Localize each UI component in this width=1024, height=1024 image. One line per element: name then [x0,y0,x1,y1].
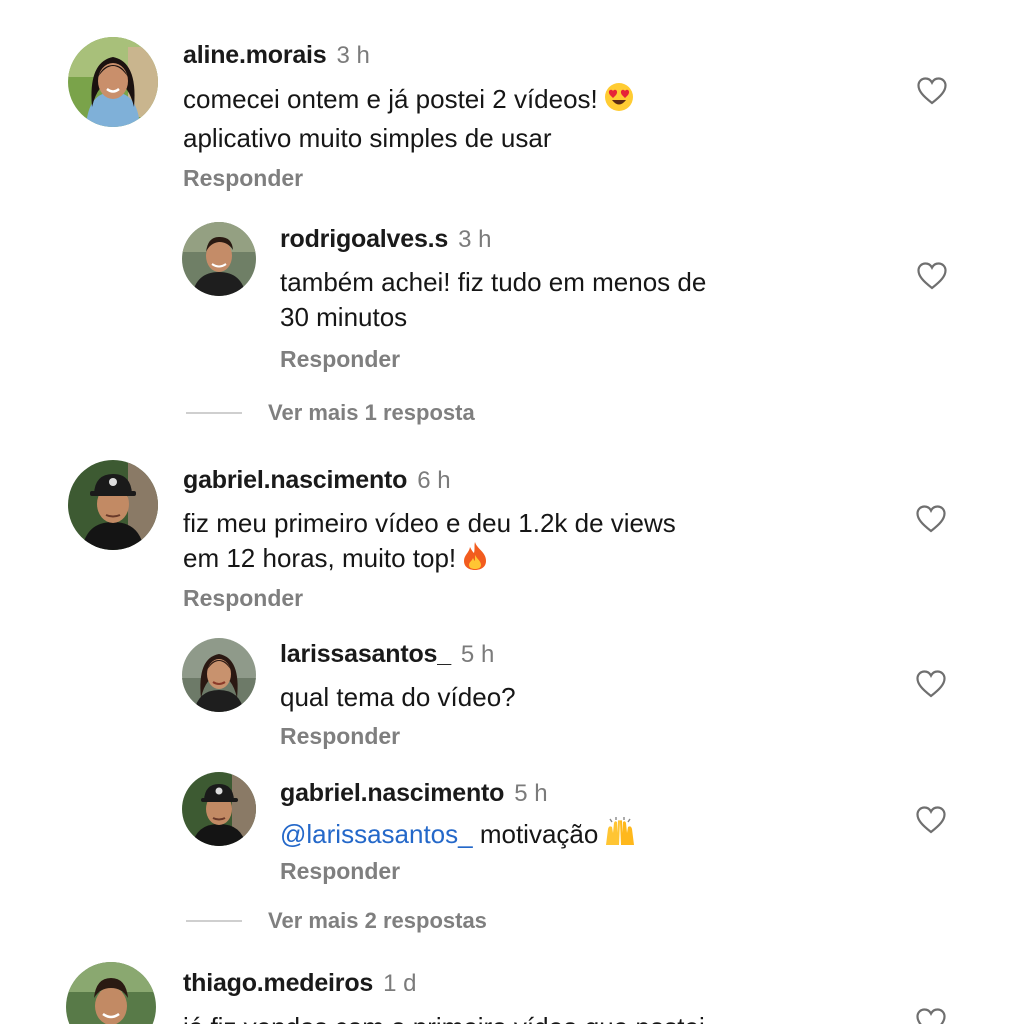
comment-header: gabriel.nascimento 5 h [280,779,548,808]
timestamp: 3 h [336,42,370,69]
comment-text-line: também achei! fiz tudo em menos de [280,267,707,297]
heart-outline-icon[interactable] [916,1008,946,1024]
comment-header: aline.morais 3 h [183,41,370,70]
heart-outline-icon[interactable] [916,670,946,698]
heart-eyes-emoji-icon [604,82,634,121]
timestamp: 6 h [417,467,451,494]
heart-outline-icon[interactable] [917,77,947,105]
fire-emoji-icon [462,541,488,580]
comment-text-line: qual tema do vídeo? [280,682,516,712]
thread-divider [186,920,242,922]
comment-text: qual tema do vídeo? [280,680,516,715]
comment-text: comecei ontem e já postei 2 vídeos! apli… [183,82,634,156]
timestamp: 5 h [460,641,495,668]
comment-header: larissasantos_ 5 h [280,640,494,669]
avatar[interactable] [68,37,158,127]
comment-text-line: motivação [479,819,599,849]
user-mention-link[interactable]: @larissasantos_ [280,819,473,849]
comment-header: rodrigoalves.s 3 h [280,225,491,254]
avatar[interactable] [68,460,158,550]
comment-text-line: 30 minutos [280,302,408,332]
heart-outline-icon[interactable] [916,806,946,834]
username[interactable]: aline.morais [183,41,327,69]
reply-button[interactable]: Responder [183,165,303,192]
raising-hands-emoji-icon [604,817,636,856]
username[interactable]: larissasantos_ [280,640,451,668]
comment-text-line: em 12 horas, muito top! [183,543,457,573]
avatar[interactable] [66,962,156,1024]
reply-button[interactable]: Responder [280,346,400,373]
heart-outline-icon[interactable] [916,505,946,533]
username[interactable]: thiago.medeiros [183,969,373,997]
reply-button[interactable]: Responder [280,858,400,885]
comment-text-line: fiz meu primeiro vídeo e deu 1.2k de vie… [183,508,676,538]
username[interactable]: rodrigoalves.s [280,225,448,253]
comment-text-line: comecei ontem e já postei 2 vídeos! [183,84,598,114]
comment-text: já fiz vendas com o primeiro vídeo que p… [183,1010,705,1024]
comment-text-line: já fiz vendas com o primeiro vídeo que p… [183,1010,705,1024]
view-more-replies-button[interactable]: Ver mais 2 respostas [186,906,487,936]
view-more-replies-button[interactable]: Ver mais 1 resposta [186,398,475,428]
timestamp: 3 h [458,226,492,253]
view-more-replies-label: Ver mais 2 respostas [268,908,487,933]
comment-text: fiz meu primeiro vídeo e deu 1.2k de vie… [183,506,676,580]
reply-button[interactable]: Responder [280,723,400,750]
comment-header: gabriel.nascimento 6 h [183,466,451,495]
timestamp: 1 d [383,970,417,997]
username[interactable]: gabriel.nascimento [183,466,407,494]
avatar[interactable] [182,638,256,712]
comment-text-line: aplicativo muito simples de usar [183,123,552,153]
comment-header: thiago.medeiros 1 d [183,969,416,998]
view-more-replies-label: Ver mais 1 resposta [268,400,475,425]
reply-button[interactable]: Responder [183,585,303,612]
avatar[interactable] [182,772,256,846]
heart-outline-icon[interactable] [917,262,947,290]
comments-thread: aline.morais 3 h comecei ontem e já poste… [0,0,1024,1024]
timestamp: 5 h [514,780,548,807]
comment-text: @larissasantos_ motivação [280,817,636,856]
username[interactable]: gabriel.nascimento [280,779,504,807]
thread-divider [186,412,242,414]
comment-text: também achei! fiz tudo em menos de 30 mi… [280,265,706,335]
avatar[interactable] [182,222,256,296]
